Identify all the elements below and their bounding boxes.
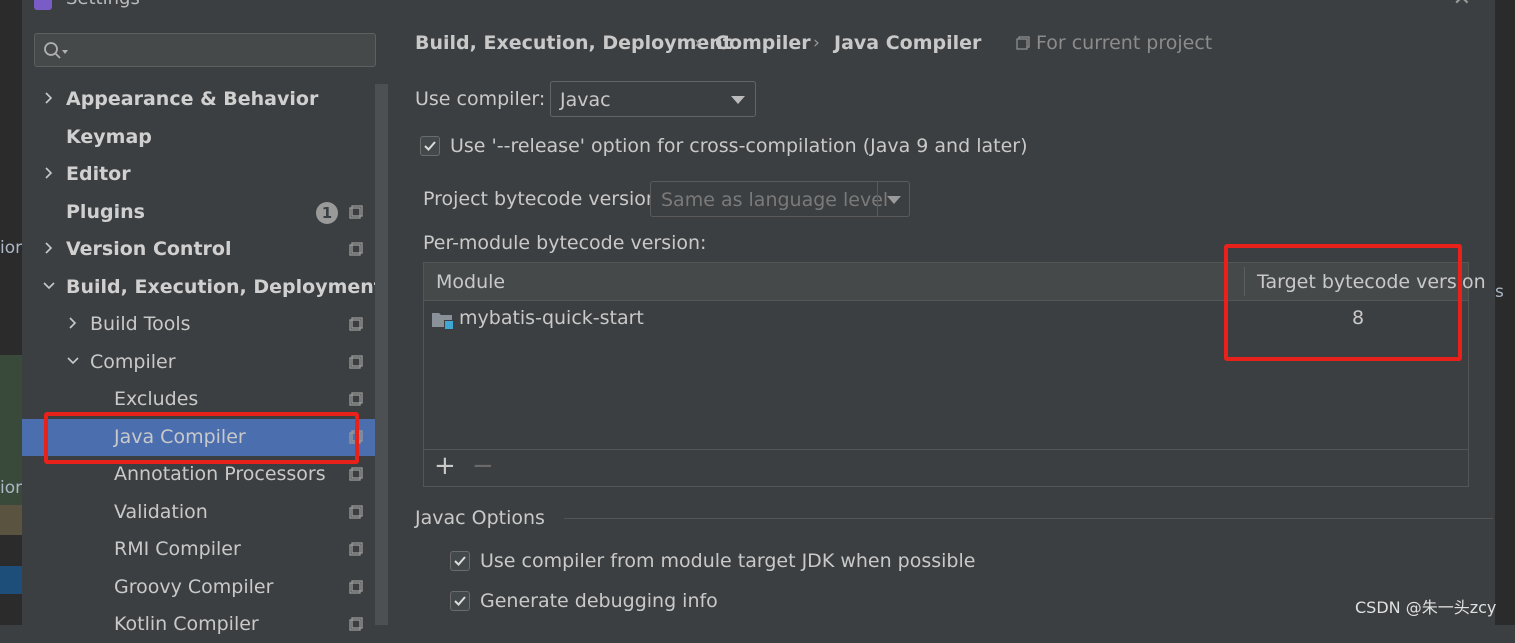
project-scope-icon	[349, 504, 363, 519]
scope-label: For current project	[1016, 32, 1212, 54]
debugging-info-checkbox[interactable]	[450, 591, 470, 611]
tree-item-label: Groovy Compiler	[114, 575, 274, 598]
app-logo-icon	[34, 0, 52, 10]
use-compiler-label: Use compiler:	[415, 88, 546, 110]
chevron-right-icon[interactable]	[42, 241, 56, 255]
javac-options-title: Javac Options	[415, 507, 545, 529]
tree-item-label: Excludes	[114, 388, 199, 410]
close-icon[interactable]: ✕	[1453, 0, 1471, 11]
breadcrumb-item[interactable]: Build, Execution, Deployment	[415, 32, 732, 54]
tree-item-keymap[interactable]: Keymap	[22, 119, 388, 156]
tree-item-label: Kotlin Compiler	[114, 613, 259, 635]
scope-text: For current project	[1036, 32, 1213, 54]
update-count-badge: 1	[316, 201, 338, 224]
column-header-module[interactable]: Module	[436, 271, 505, 293]
tree-item-editor[interactable]: Editor	[22, 156, 388, 193]
tree-item-label: Validation	[114, 500, 208, 523]
module-target-jdk-label[interactable]: Use compiler from module target JDK when…	[480, 550, 975, 572]
breadcrumb-separator-icon: ›	[694, 33, 701, 53]
chevron-right-icon[interactable]	[42, 166, 56, 180]
tree-item-label: Annotation Processors	[114, 463, 326, 485]
background-editor-left: ior ior	[0, 0, 22, 625]
tree-item-label: Version Control	[66, 238, 232, 260]
tree-item-label: RMI Compiler	[114, 538, 241, 560]
tree-item-plugins[interactable]: Plugins 1	[22, 194, 388, 231]
group-divider	[564, 518, 1493, 519]
project-bytecode-select[interactable]: Same as language level	[650, 181, 910, 217]
watermark: CSDN @朱一头zcy	[1355, 598, 1497, 617]
remove-module-button[interactable]: −	[472, 451, 494, 481]
background-text: ior	[0, 238, 23, 258]
tree-item-groovy-compiler[interactable]: Groovy Compiler	[22, 569, 388, 606]
tree-item-label: Keymap	[66, 125, 152, 148]
tree-item-version-control[interactable]: Version Control	[22, 231, 388, 268]
settings-tree-panel: Appearance & Behavior Keymap Editor Plugins…	[22, 14, 388, 635]
tree-item-label: Build, Execution, Deployment	[66, 275, 383, 298]
background-editor-right: s	[1495, 0, 1515, 625]
check-icon	[424, 141, 436, 151]
project-scope-icon	[349, 467, 363, 481]
tree-item-validation[interactable]: Validation	[22, 494, 388, 531]
tree-scrollbar[interactable]	[375, 84, 388, 625]
module-name-cell[interactable]: mybatis-quick-start	[459, 307, 644, 329]
background-block	[0, 566, 22, 594]
project-scope-icon	[349, 354, 363, 369]
chevron-right-icon[interactable]	[42, 91, 56, 105]
chevron-right-icon[interactable]	[66, 316, 80, 330]
tree-item-compiler[interactable]: Compiler	[22, 344, 388, 381]
project-scope-icon	[349, 204, 363, 219]
tree-item-label: Appearance & Behavior	[66, 88, 319, 110]
breadcrumb-separator-icon: ›	[813, 33, 820, 53]
chevron-down-icon	[731, 96, 745, 104]
project-scope-icon	[349, 317, 363, 331]
combo-divider	[877, 182, 878, 216]
tree-item-label: Build Tools	[90, 313, 191, 335]
per-module-label: Per-module bytecode version:	[423, 232, 707, 254]
highlight-box-java-compiler	[44, 412, 359, 464]
chevron-down-icon[interactable]	[42, 279, 56, 293]
tree-item-label: Editor	[66, 163, 131, 185]
compiler-select-value: Javac	[560, 89, 611, 111]
add-module-button[interactable]: +	[434, 451, 456, 481]
module-target-jdk-checkbox[interactable]	[450, 551, 470, 571]
background-text: ior	[0, 478, 23, 498]
project-scope-icon	[349, 242, 363, 256]
module-folder-icon	[432, 313, 453, 329]
project-scope-icon	[1016, 36, 1030, 50]
project-scope-icon	[349, 579, 363, 594]
chevron-down-icon	[887, 196, 901, 204]
tree-item-appearance-behavior[interactable]: Appearance & Behavior	[22, 81, 388, 118]
tree-item-build-execution-deployment[interactable]: Build, Execution, Deployment	[22, 269, 388, 306]
tree-item-build-tools[interactable]: Build Tools	[22, 306, 388, 343]
project-bytecode-label: Project bytecode version:	[423, 188, 665, 210]
background-text: s	[1495, 282, 1504, 302]
check-icon	[454, 556, 466, 566]
project-scope-icon	[349, 542, 363, 556]
tree-item-label: Plugins	[66, 200, 145, 223]
release-option-label[interactable]: Use '--release' option for cross-compila…	[450, 135, 1027, 157]
check-icon	[454, 596, 466, 606]
breadcrumb-item[interactable]: Compiler	[715, 32, 811, 54]
breadcrumb-item: Java Compiler	[834, 32, 982, 54]
window-title: Settings	[66, 0, 140, 9]
project-scope-icon	[349, 392, 363, 406]
background-block	[0, 505, 22, 535]
tree-item-label: Compiler	[90, 350, 176, 373]
debugging-info-label[interactable]: Generate debugging info	[480, 590, 718, 612]
title-bar: Settings ✕	[22, 0, 1495, 14]
table-toolbar: + −	[424, 449, 1468, 487]
tree-item-rmi-compiler[interactable]: RMI Compiler	[22, 531, 388, 568]
project-scope-icon	[349, 617, 363, 631]
compiler-select[interactable]: Javac	[550, 81, 756, 117]
release-option-checkbox[interactable]	[420, 136, 440, 156]
chevron-down-icon[interactable]	[66, 354, 80, 368]
search-icon	[44, 42, 68, 59]
search-input[interactable]	[34, 33, 376, 67]
highlight-box-target-version	[1224, 244, 1462, 361]
project-bytecode-value: Same as language level	[661, 189, 889, 211]
